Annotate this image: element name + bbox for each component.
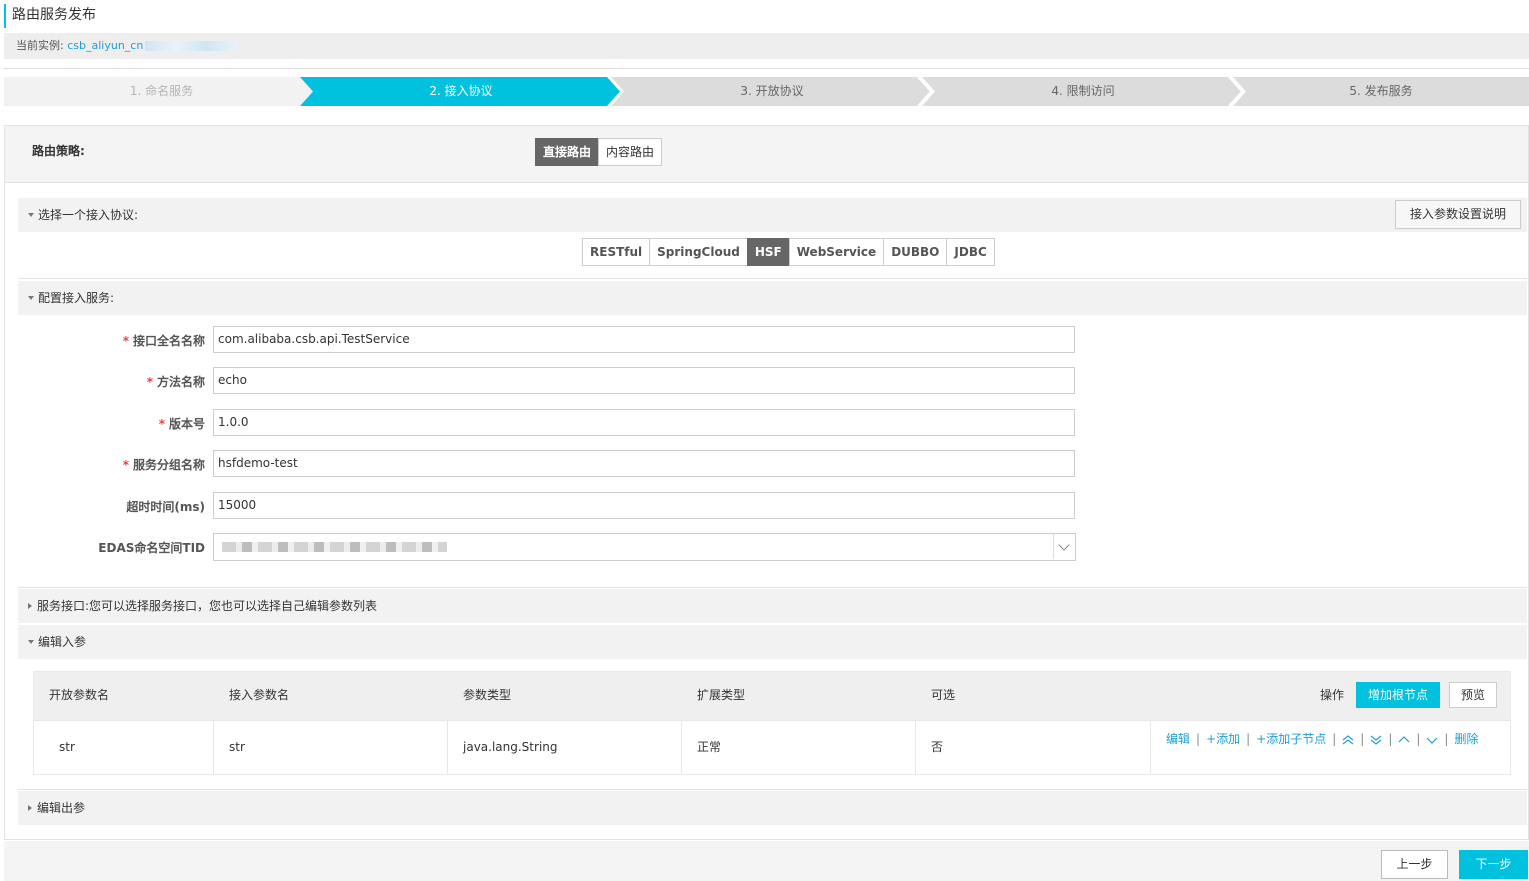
namespace-label: EDAS命名空间TID (98, 541, 205, 555)
strategy-direct-button[interactable]: 直接路由 (535, 138, 600, 166)
col-access-name: 接入参数名 (229, 688, 290, 702)
cell-optional: 否 (916, 721, 1151, 774)
instance-redacted (145, 41, 238, 51)
collapse-caret-icon (28, 639, 34, 644)
expand-caret-icon (28, 602, 32, 609)
move-bottom-icon[interactable] (1370, 735, 1382, 745)
col-actions: 操作 (1320, 688, 1345, 702)
step-5: 5. 发布服务 (1233, 77, 1529, 106)
table-header: 开放参数名 接入参数名 参数类型 扩展类型 可选 操作 增加根节点 预览 (34, 672, 1510, 720)
instance-label: 当前实例: (16, 39, 64, 52)
col-param-type: 参数类型 (463, 688, 512, 702)
cell-access-name: str (214, 721, 448, 774)
preview-button[interactable]: 预览 (1449, 682, 1498, 708)
form-row-method: * 方法名称 echo (18, 367, 1118, 395)
col-ext-type: 扩展类型 (697, 688, 746, 702)
wizard-steps: 1. 命名服务 2. 接入协议 3. 开放协议 4. 限制访问 5. 发布服务 (4, 77, 1529, 106)
divider (4, 68, 1529, 69)
protocol-area: RESTful SpringCloud HSF WebService DUBBO… (18, 232, 1527, 279)
config-form: * 接口全名名称 com.alibaba.csb.api.TestService … (18, 316, 1527, 588)
col-optional: 可选 (931, 688, 956, 702)
protocol-springcloud-button[interactable]: SpringCloud (649, 238, 748, 266)
protocol-dubbo-button[interactable]: DUBBO (883, 238, 948, 266)
param-help-button[interactable]: 接入参数设置说明 (1394, 200, 1521, 229)
form-row-version: * 版本号 1.0.0 (18, 409, 1118, 437)
add-child-link[interactable]: +添加子节点 (1256, 732, 1326, 746)
service-interface-title: 服务接口:您可以选择服务接口，您也可以选择自己编辑参数列表 (37, 599, 378, 613)
protocol-section-title: 选择一个接入协议: (38, 208, 139, 222)
instance-bar: 当前实例: csb_aliyun_cn (4, 33, 1529, 59)
edit-link[interactable]: 编辑 (1166, 732, 1190, 746)
input-params-area: 开放参数名 接入参数名 参数类型 扩展类型 可选 操作 增加根节点 预览 str… (18, 660, 1527, 790)
strategy-toggle: 直接路由 内容路由 (535, 138, 663, 166)
step-4-label: 4. 限制访问 (1051, 84, 1115, 98)
step-5-label: 5. 发布服务 (1349, 84, 1413, 98)
step-3-label: 3. 开放协议 (740, 84, 804, 98)
prev-step-button[interactable]: 上一步 (1381, 850, 1448, 879)
method-name-input[interactable]: echo (213, 367, 1075, 394)
cell-open-name: str (34, 721, 214, 774)
step-4: 4. 限制访问 (922, 77, 1244, 106)
page-title: 路由服务发布 (4, 4, 1004, 28)
move-down-icon[interactable] (1426, 735, 1438, 745)
namespace-select[interactable] (213, 533, 1076, 561)
expand-caret-icon (28, 804, 32, 811)
output-params-section-header[interactable]: 编辑出参 (18, 791, 1527, 825)
protocol-webservice-button[interactable]: WebService (788, 238, 885, 266)
delete-link[interactable]: 删除 (1454, 732, 1478, 746)
timeout-input[interactable]: 15000 (213, 492, 1075, 519)
instance-value[interactable]: csb_aliyun_cn (67, 39, 143, 52)
form-row-namespace: EDAS命名空间TID (18, 533, 1118, 561)
collapse-caret-icon (28, 212, 34, 217)
footer-bar: 上一步 下一步 (4, 841, 1529, 881)
input-params-title: 编辑入参 (38, 635, 87, 649)
version-label: * 版本号 (158, 417, 205, 431)
form-row-interface: * 接口全名名称 com.alibaba.csb.api.TestService (18, 326, 1118, 354)
output-params-title: 编辑出参 (37, 801, 86, 815)
cell-ext-type: 正常 (682, 721, 916, 774)
next-step-button[interactable]: 下一步 (1459, 850, 1528, 879)
protocol-section-header[interactable]: 选择一个接入协议: 接入参数设置说明 (18, 198, 1527, 232)
add-root-node-button[interactable]: 增加根节点 (1356, 682, 1441, 708)
input-params-section-header[interactable]: 编辑入参 (18, 625, 1527, 659)
params-table: 开放参数名 接入参数名 参数类型 扩展类型 可选 操作 增加根节点 预览 str… (33, 671, 1511, 775)
interface-name-input[interactable]: com.alibaba.csb.api.TestService (213, 326, 1075, 353)
strategy-panel: 路由策略: 直接路由 内容路由 (4, 125, 1529, 183)
step-2-label: 2. 接入协议 (429, 84, 493, 98)
collapse-caret-icon (28, 295, 34, 300)
strategy-content-button[interactable]: 内容路由 (598, 138, 663, 166)
step-1: 1. 命名服务 (4, 77, 319, 106)
protocol-jdbc-button[interactable]: JDBC (946, 238, 995, 266)
version-input[interactable]: 1.0.0 (213, 409, 1075, 436)
service-interface-section-header[interactable]: 服务接口:您可以选择服务接口，您也可以选择自己编辑参数列表 (18, 589, 1527, 623)
move-top-icon[interactable] (1342, 734, 1354, 745)
form-row-group: * 服务分组名称 hsfdemo-test (18, 450, 1118, 478)
timeout-label: 超时时间(ms) (126, 500, 205, 514)
step-1-label: 1. 命名服务 (129, 84, 194, 98)
col-open-name: 开放参数名 (49, 688, 110, 702)
protocol-toggle: RESTful SpringCloud HSF WebService DUBBO… (582, 238, 995, 266)
config-section-title: 配置接入服务: (38, 291, 115, 305)
step-2: 2. 接入协议 (300, 77, 622, 106)
protocol-hsf-button[interactable]: HSF (746, 238, 790, 266)
form-row-timeout: 超时时间(ms) 15000 (18, 492, 1118, 520)
namespace-redacted-value (222, 541, 447, 552)
config-section-header[interactable]: 配置接入服务: (18, 281, 1527, 315)
step-3: 3. 开放协议 (611, 77, 933, 106)
table-row: str str java.lang.String 正常 否 编辑 | +添加 | +添加… (34, 720, 1510, 774)
strategy-label: 路由策略: (32, 144, 85, 158)
group-name-input[interactable]: hsfdemo-test (213, 450, 1075, 477)
move-up-icon[interactable] (1398, 735, 1410, 745)
interface-name-label: * 接口全名名称 (122, 334, 205, 348)
row-actions: 编辑 | +添加 | +添加子节点 | | | | | 删除 (1166, 732, 1479, 746)
protocol-restful-button[interactable]: RESTful (582, 238, 651, 266)
group-name-label: * 服务分组名称 (122, 458, 205, 472)
cell-param-type: java.lang.String (448, 721, 682, 774)
chevron-down-icon[interactable] (1053, 534, 1075, 559)
method-name-label: * 方法名称 (146, 375, 205, 389)
add-link[interactable]: +添加 (1206, 732, 1240, 746)
